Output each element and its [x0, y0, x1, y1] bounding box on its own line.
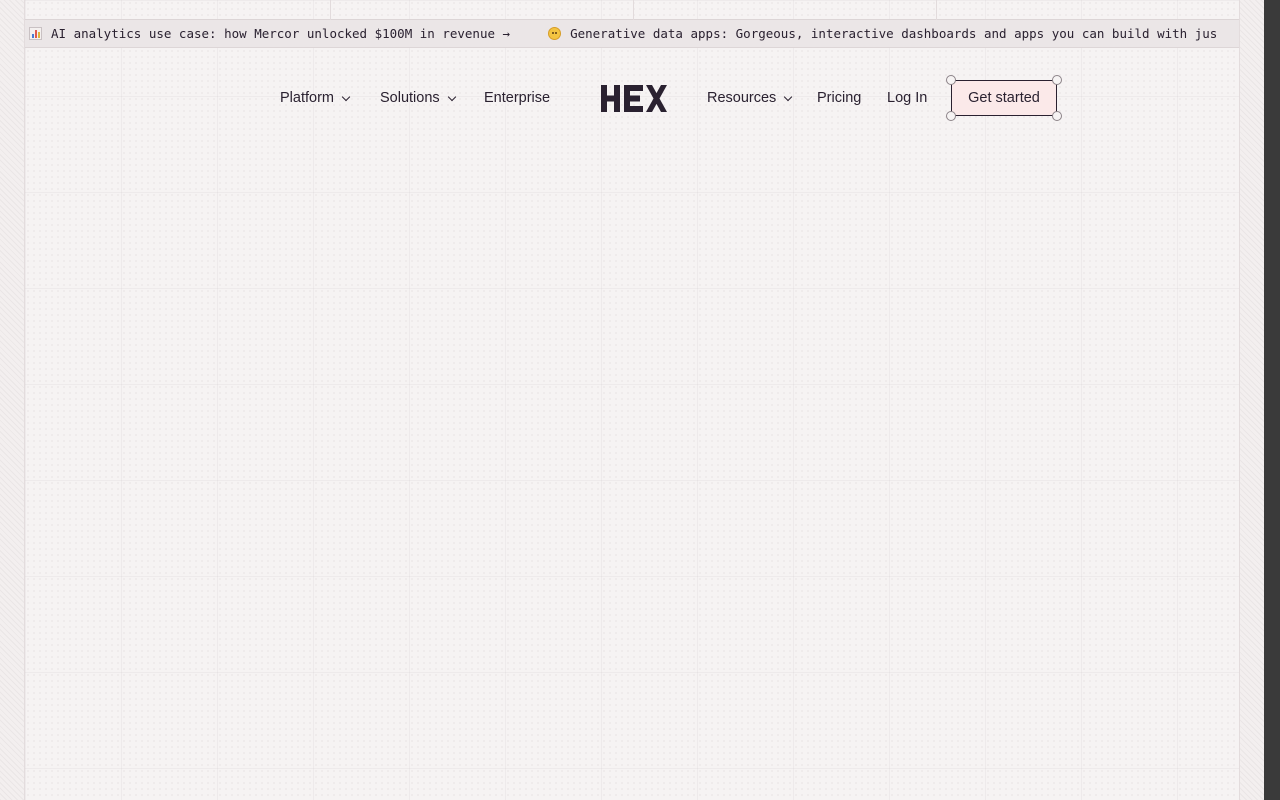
nav-pricing-link[interactable]: Pricing [817, 88, 861, 108]
get-started-button[interactable]: Get started [951, 80, 1057, 116]
nav-solutions-label: Solutions [380, 90, 440, 106]
nav-platform-label: Platform [280, 90, 334, 106]
button-corner-handle [1052, 111, 1062, 121]
top-ruler [25, 0, 1239, 20]
left-gutter-pattern [0, 0, 24, 800]
bar-chart-emoji-icon [29, 27, 42, 40]
right-gutter-pattern [1240, 0, 1264, 800]
window-edge [1264, 0, 1280, 800]
hex-logo[interactable] [601, 85, 667, 112]
ruler-tick [936, 0, 937, 20]
main-navigation: Platform Solutions Enterprise Resources … [25, 48, 1239, 148]
nav-enterprise-link[interactable]: Enterprise [484, 88, 550, 108]
button-corner-handle [946, 111, 956, 121]
ruler-tick [633, 0, 634, 20]
announcement-text: Generative data apps: Gorgeous, interact… [570, 26, 1218, 41]
chevron-down-icon [341, 92, 351, 101]
ruler-tick [330, 0, 331, 20]
chevron-down-icon [447, 92, 456, 101]
announcement-link-mercor[interactable]: AI analytics use case: how Mercor unlock… [29, 26, 510, 41]
nav-login-link[interactable]: Log In [887, 88, 927, 108]
announcement-link-data-apps[interactable]: Generative data apps: Gorgeous, interact… [548, 26, 1217, 41]
page-canvas: AI analytics use case: how Mercor unlock… [24, 0, 1240, 800]
chevron-down-icon [784, 92, 793, 101]
announcement-text: AI analytics use case: how Mercor unlock… [51, 26, 511, 41]
button-corner-handle [946, 75, 956, 85]
nav-platform-menu[interactable]: Platform [280, 88, 351, 108]
exploding-head-emoji-icon [548, 27, 562, 40]
announcement-ticker: AI analytics use case: how Mercor unlock… [25, 20, 1239, 48]
hex-logo-icon [601, 85, 667, 112]
nav-resources-label: Resources [707, 90, 777, 106]
button-corner-handle [1052, 75, 1062, 85]
nav-resources-menu[interactable]: Resources [707, 88, 793, 108]
nav-solutions-menu[interactable]: Solutions [380, 88, 456, 108]
